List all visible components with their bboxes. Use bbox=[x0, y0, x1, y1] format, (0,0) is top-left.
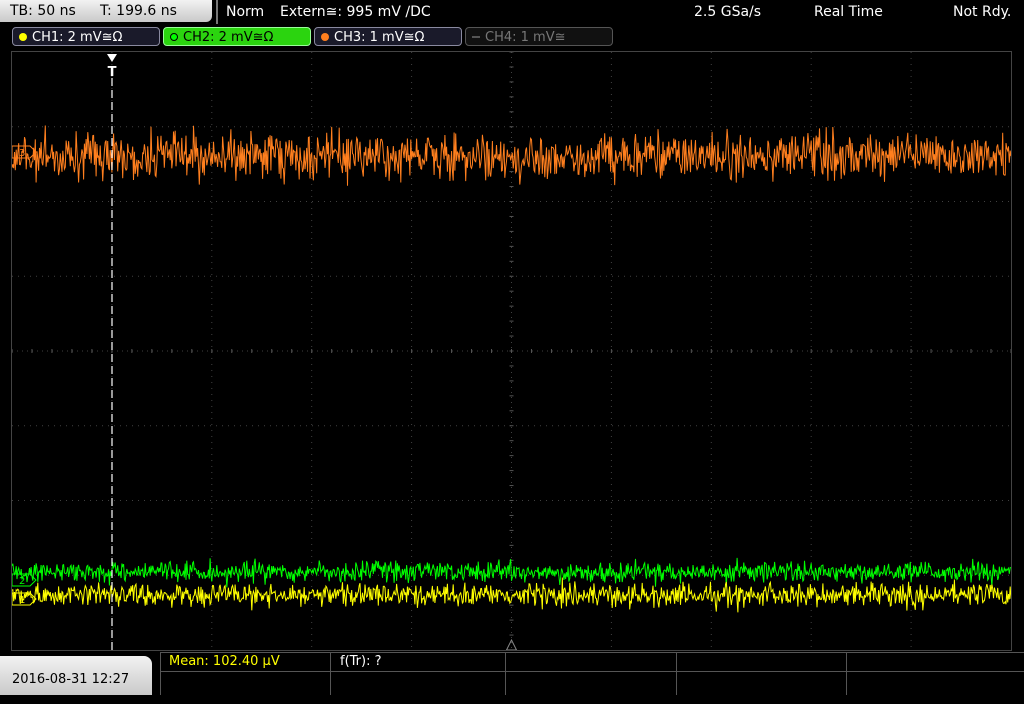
bottom-bar: 2016-08-31 12:27 Mean: 102.40 µV f(Tr): … bbox=[0, 652, 1024, 695]
channel-1-dot-icon bbox=[19, 33, 27, 41]
channel-3-dot-icon bbox=[321, 33, 329, 41]
datetime-box: 2016-08-31 12:27 bbox=[0, 656, 152, 695]
channel-4-off-icon bbox=[472, 36, 480, 38]
acquisition-status: Not Rdy. bbox=[953, 4, 1012, 20]
ch3-ground-marker-label: 3 bbox=[19, 148, 25, 159]
trigger-time-value: T: 199.6 ns bbox=[100, 3, 177, 19]
channel-1-label: CH1: 2 mV≅Ω bbox=[32, 30, 123, 45]
channel-2-label: CH2: 2 mV≅Ω bbox=[183, 30, 274, 45]
top-status-bar: TB: 50 ns T: 199.6 ns Norm Extern≅: 995 … bbox=[0, 0, 1024, 24]
acquisition-mode[interactable]: Real Time bbox=[814, 0, 883, 24]
channel-4-button[interactable]: CH4: 1 mV≅ bbox=[465, 27, 613, 46]
channel-3-button[interactable]: CH3: 1 mV≅Ω bbox=[314, 27, 462, 46]
rise-frequency-measurement[interactable]: f(Tr): ? bbox=[340, 653, 382, 671]
horizontal-reference-icon bbox=[505, 638, 518, 650]
channel-3-label: CH3: 1 mV≅Ω bbox=[334, 30, 425, 45]
datetime: 2016-08-31 12:27 bbox=[12, 672, 130, 687]
meas-top-line bbox=[160, 652, 1024, 653]
ch2-ground-marker-label: 2 bbox=[19, 576, 25, 587]
meas-mid-line bbox=[160, 671, 1024, 672]
trigger-marker-label: T bbox=[108, 65, 117, 80]
channel-2-button[interactable]: CH2: 2 mV≅Ω bbox=[163, 27, 311, 46]
channel-1-button[interactable]: CH1: 2 mV≅Ω bbox=[12, 27, 160, 46]
meas-divider bbox=[505, 652, 506, 695]
header-separator bbox=[216, 0, 218, 24]
meas-divider bbox=[330, 652, 331, 695]
meas-divider bbox=[676, 652, 677, 695]
timebase-box[interactable]: TB: 50 ns T: 199.6 ns bbox=[0, 0, 212, 22]
graticule-grid bbox=[12, 52, 1011, 650]
meas-divider bbox=[846, 652, 847, 695]
channel-4-label: CH4: 1 mV≅ bbox=[485, 30, 566, 45]
meas-divider bbox=[160, 652, 161, 695]
ch3-waveform bbox=[12, 125, 1011, 186]
waveform-traces bbox=[12, 125, 1011, 613]
ch1-ground-marker-label: 1 bbox=[19, 595, 25, 606]
trigger-source[interactable]: Extern≅: 995 mV ∕DC bbox=[280, 0, 431, 24]
timebase-value: TB: 50 ns bbox=[10, 3, 76, 19]
sample-rate[interactable]: 2.5 GSa/s bbox=[694, 0, 761, 24]
waveform-canvas: T 3 2 1 bbox=[12, 52, 1011, 650]
channel-2-dot-icon bbox=[170, 33, 178, 41]
trigger-mode[interactable]: Norm bbox=[226, 0, 264, 24]
trigger-marker-icon bbox=[107, 54, 117, 62]
channel-bar: CH1: 2 mV≅Ω CH2: 2 mV≅Ω CH3: 1 mV≅Ω CH4:… bbox=[0, 26, 1024, 48]
measurement-panel[interactable]: Mean: 102.40 µV f(Tr): ? bbox=[160, 652, 1024, 695]
mean-measurement[interactable]: Mean: 102.40 µV bbox=[169, 653, 280, 671]
waveform-display[interactable]: T 3 2 1 bbox=[11, 51, 1012, 651]
